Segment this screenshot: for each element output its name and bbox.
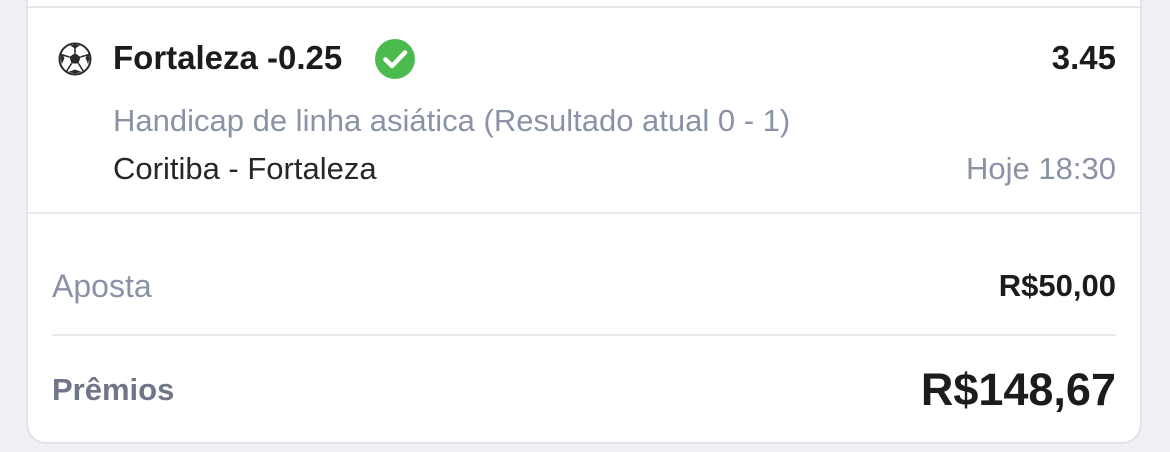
prize-value: R$148,67 [920, 364, 1116, 415]
stake-label: Aposta [52, 268, 152, 304]
match-time: Hoje 18:30 [966, 151, 1116, 186]
bet-card: Fortaleza -0.25 3.45 Handicap de linha a… [26, 0, 1142, 444]
odds-value: 3.45 [1051, 39, 1116, 76]
divider [28, 212, 1140, 214]
market-description: Handicap de linha asiática (Resultado at… [113, 103, 791, 138]
divider [52, 334, 1116, 336]
prize-label: Prêmios [52, 372, 175, 407]
soccer-ball-icon [58, 42, 92, 76]
bet-selection[interactable]: Fortaleza -0.25 3.45 Handicap de linha a… [28, 8, 1140, 212]
check-circle-icon [375, 39, 415, 79]
stake-value: R$50,00 [998, 268, 1116, 303]
stake-row: Aposta R$50,00 [52, 265, 1116, 307]
selection-name: Fortaleza -0.25 [113, 39, 343, 76]
prize-row: Prêmios R$148,67 [52, 363, 1116, 419]
match-name: Coritiba - Fortaleza [113, 151, 377, 186]
